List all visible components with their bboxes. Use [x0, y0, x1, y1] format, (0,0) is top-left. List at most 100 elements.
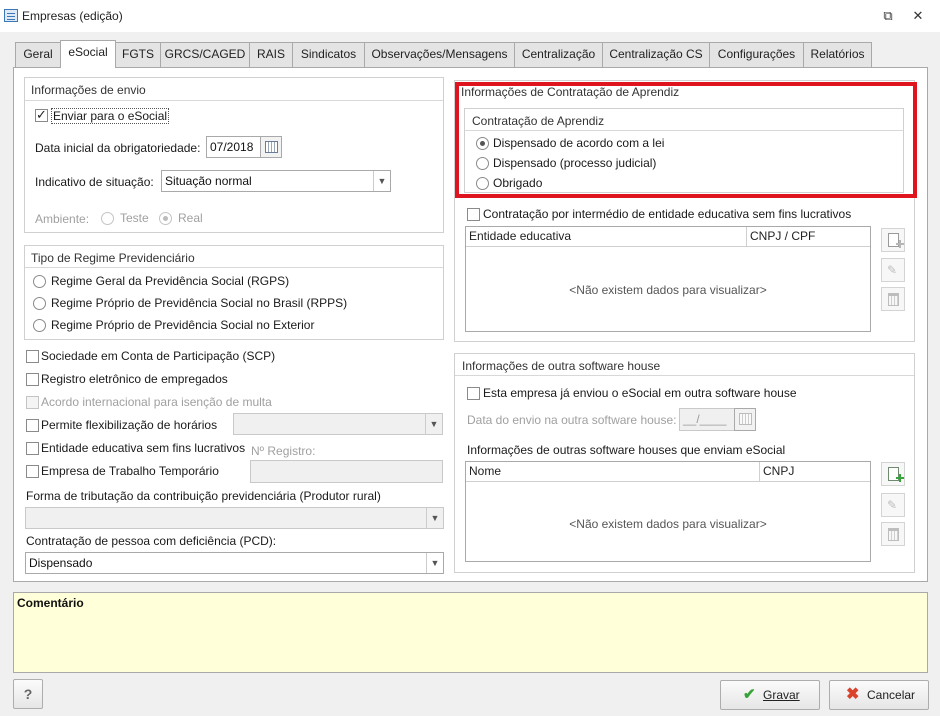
- close-icon[interactable]: ✕: [907, 6, 929, 26]
- regime-rgps-label: Regime Geral da Previdência Social (RGPS…: [51, 274, 290, 288]
- tab-fgts[interactable]: FGTS: [115, 42, 161, 67]
- chevron-down-icon[interactable]: ▼: [426, 508, 443, 528]
- aprendiz-dispensado-judicial-radio[interactable]: [476, 157, 489, 170]
- scp-label: Sociedade em Conta de Participação (SCP): [41, 349, 276, 363]
- entidade-edit-button[interactable]: ✎: [881, 258, 905, 282]
- calendar-icon: [265, 141, 278, 153]
- entidade-grid-col-entidade[interactable]: Entidade educativa: [466, 227, 746, 246]
- aprendiz-dispensado-lei-label: Dispensado de acordo com a lei: [493, 136, 665, 150]
- ambiente-real-radio[interactable]: [159, 212, 172, 225]
- envio-group-divider: [25, 100, 443, 101]
- regime-exterior-label: Regime Próprio de Previdência Social no …: [51, 318, 315, 332]
- indicativo-situacao-select[interactable]: Situação normal ▼: [161, 170, 391, 192]
- help-button[interactable]: ?: [13, 679, 43, 709]
- comment-area[interactable]: Comentário: [13, 592, 928, 673]
- numero-registro-input[interactable]: [250, 460, 443, 483]
- tab-sindicatos[interactable]: Sindicatos: [292, 42, 365, 67]
- calendar-icon: [739, 413, 752, 425]
- acordo-internacional-label: Acordo internacional para isenção de mul…: [41, 395, 272, 409]
- regime-exterior-radio[interactable]: [33, 319, 46, 332]
- data-envio-calendar-button[interactable]: [734, 408, 756, 431]
- software-delete-button[interactable]: [881, 522, 905, 546]
- software-edit-button[interactable]: ✎: [881, 493, 905, 517]
- aprendiz-obrigado-radio[interactable]: [476, 177, 489, 190]
- tab-configuracoes[interactable]: Configurações: [709, 42, 804, 67]
- help-icon: ?: [23, 686, 33, 702]
- add-document-icon: [888, 233, 904, 248]
- tab-rais[interactable]: RAIS: [249, 42, 293, 67]
- software-add-button[interactable]: [881, 462, 905, 486]
- tributacao-select[interactable]: ▼: [25, 507, 444, 529]
- data-envio-input[interactable]: __/____: [679, 408, 735, 431]
- tab-esocial[interactable]: eSocial: [60, 40, 116, 68]
- enviar-esocial-label[interactable]: Enviar para o eSocial: [51, 108, 170, 124]
- chevron-down-icon[interactable]: ▼: [373, 171, 390, 191]
- ambiente-label: Ambiente:: [35, 212, 90, 226]
- aprendiz-group: Informações de Contratação de Aprendiz C…: [454, 80, 915, 342]
- checkmark-icon: ✔: [743, 686, 756, 703]
- entidade-add-button[interactable]: [881, 228, 905, 252]
- data-obrigatoriedade-input[interactable]: 07/2018: [206, 136, 261, 158]
- entidade-educativa-checkbox[interactable]: [26, 442, 39, 455]
- cancel-button[interactable]: ✖ Cancelar: [829, 680, 929, 710]
- ambiente-teste-radio[interactable]: [101, 212, 114, 225]
- intermedio-checkbox[interactable]: [467, 208, 480, 221]
- restore-icon[interactable]: ⧉: [877, 6, 899, 26]
- tab-centralizacao[interactable]: Centralização: [514, 42, 603, 67]
- chevron-down-icon[interactable]: ▼: [426, 553, 443, 573]
- regime-group: Tipo de Regime Previdenciário Regime Ger…: [24, 245, 444, 340]
- aprendiz-inner-divider: [465, 130, 903, 131]
- entidade-grid-col-cnpj[interactable]: CNPJ / CPF: [747, 227, 867, 246]
- enviou-outra-label: Esta empresa já enviou o eSocial em outr…: [483, 386, 797, 400]
- tab-relatorios[interactable]: Relatórios: [803, 42, 872, 67]
- trabalho-temporario-label: Empresa de Trabalho Temporário: [41, 464, 219, 478]
- software-grid-col-cnpj[interactable]: CNPJ: [760, 462, 870, 481]
- regime-rpps-radio[interactable]: [33, 297, 46, 310]
- data-obrigatoriedade-label: Data inicial da obrigatoriedade:: [35, 141, 201, 155]
- aprendiz-obrigado-label: Obrigado: [493, 176, 543, 190]
- regime-group-title: Tipo de Regime Previdenciário: [31, 251, 195, 265]
- software-houses-grid[interactable]: Nome CNPJ <Não existem dados para visual…: [465, 461, 871, 562]
- indicativo-situacao-label: Indicativo de situação:: [35, 175, 154, 189]
- aprendiz-inner-title: Contratação de Aprendiz: [472, 114, 605, 128]
- outras-software-houses-label: Informações de outras software houses qu…: [467, 443, 786, 457]
- software-grid-col-nome[interactable]: Nome: [466, 462, 759, 481]
- entidade-educativa-grid[interactable]: Entidade educativa CNPJ / CPF <Não exist…: [465, 226, 871, 332]
- regime-rgps-radio[interactable]: [33, 275, 46, 288]
- ambiente-real-label: Real: [178, 211, 203, 225]
- pcd-label: Contratação de pessoa com deficiência (P…: [26, 534, 277, 548]
- trash-icon: [888, 528, 899, 541]
- flexibilizacao-checkbox[interactable]: [26, 419, 39, 432]
- ambiente-teste-label: Teste: [120, 211, 149, 225]
- tab-grcs-caged[interactable]: GRCS/CAGED: [160, 42, 250, 67]
- trabalho-temporario-checkbox[interactable]: [26, 465, 39, 478]
- flexibilizacao-label: Permite flexibilização de horários: [41, 418, 218, 432]
- tab-observacoes[interactable]: Observações/Mensagens: [364, 42, 515, 67]
- entidade-grid-header: Entidade educativa CNPJ / CPF: [466, 227, 870, 247]
- flexibilizacao-select[interactable]: ▼: [233, 413, 443, 435]
- chevron-down-icon[interactable]: ▼: [425, 414, 442, 434]
- comment-label: Comentário: [17, 596, 84, 610]
- registro-eletronico-label: Registro eletrônico de empregados: [41, 372, 228, 386]
- add-document-icon: [888, 467, 904, 482]
- regime-rpps-label: Regime Próprio de Previdência Social no …: [51, 296, 348, 310]
- enviou-outra-checkbox[interactable]: [467, 387, 480, 400]
- entidade-grid-empty: <Não existem dados para visualizar>: [569, 283, 767, 297]
- aprendiz-dispensado-judicial-label: Dispensado (processo judicial): [493, 156, 657, 170]
- acordo-internacional-checkbox[interactable]: [26, 396, 39, 409]
- registro-eletronico-checkbox[interactable]: [26, 373, 39, 386]
- pcd-select[interactable]: Dispensado ▼: [25, 552, 444, 574]
- tab-centralizacao-cs[interactable]: Centralização CS: [602, 42, 710, 67]
- cancel-label: Cancelar: [867, 688, 916, 702]
- aprendiz-dispensado-lei-radio[interactable]: [476, 137, 489, 150]
- aprendiz-group-title: Informações de Contratação de Aprendiz: [461, 85, 680, 99]
- regime-group-divider: [25, 267, 443, 268]
- entidade-delete-button[interactable]: [881, 287, 905, 311]
- software-house-group: Informações de outra software house Esta…: [454, 353, 915, 573]
- enviar-esocial-checkbox[interactable]: [35, 107, 48, 123]
- save-button[interactable]: ✔ Gravar: [720, 680, 820, 710]
- save-label: Gravar: [763, 688, 800, 702]
- tab-geral[interactable]: Geral: [15, 42, 61, 67]
- data-obrigatoriedade-calendar-button[interactable]: [260, 136, 282, 158]
- scp-checkbox[interactable]: [26, 350, 39, 363]
